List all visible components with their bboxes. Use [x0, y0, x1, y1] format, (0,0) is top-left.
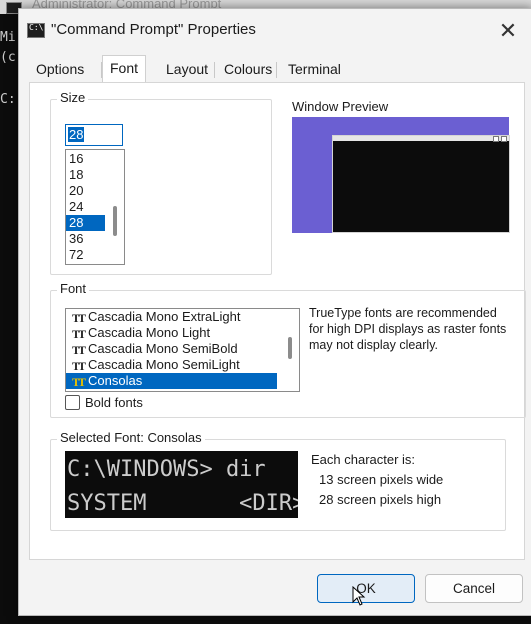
char-height-text: 28 screen pixels high: [319, 492, 442, 507]
window-preview-titlebar: [333, 136, 509, 141]
size-list-item[interactable]: 72: [66, 247, 124, 263]
close-button[interactable]: ✕: [494, 17, 522, 45]
command-prompt-icon: C:\: [27, 23, 45, 38]
window-preview-button: [501, 136, 507, 142]
tab-layout[interactable]: Layout: [159, 58, 215, 80]
tab-terminal[interactable]: Terminal: [281, 58, 348, 80]
truetype-icon: TT: [72, 359, 86, 373]
font-list-item[interactable]: TT Cascadia Mono SemiBold: [66, 341, 299, 357]
truetype-note: TrueType fonts are recommended for high …: [309, 306, 507, 352]
preview-line: SYSTEM <DIR>: [67, 491, 298, 516]
size-group-label: Size: [57, 90, 89, 105]
window-preview-button: [493, 136, 499, 142]
selected-font-group: Selected Font: Consolas C:\WINDOWS> dir …: [50, 430, 506, 531]
font-list-item[interactable]: TT Cascadia Mono ExtraLight: [66, 309, 299, 325]
background-console-line: C:: [0, 92, 16, 107]
font-tab-panel: Size 28 16 18 20 24 28 36 72 Window Prev…: [29, 82, 526, 560]
tab-options[interactable]: Options: [29, 58, 91, 80]
font-list-item-label: Consolas: [88, 373, 143, 388]
size-list-scrollbar[interactable]: [113, 206, 117, 236]
size-list-item-selected[interactable]: 28: [66, 215, 105, 231]
truetype-icon: TT: [72, 327, 86, 341]
close-icon: ✕: [498, 18, 518, 43]
font-group: Font TT Cascadia Mono ExtraLight TT Cascad…: [50, 281, 526, 418]
dialog-titlebar[interactable]: C:\ "Command Prompt" Properties ✕: [19, 9, 531, 55]
dialog-title: "Command Prompt" Properties: [51, 21, 256, 38]
char-width-text: 13 screen pixels wide: [319, 472, 444, 487]
size-input[interactable]: 28: [65, 124, 123, 146]
font-list[interactable]: TT Cascadia Mono ExtraLight TT Cascadia Mo…: [65, 308, 300, 392]
font-list-item-selected[interactable]: TT Consolas: [66, 373, 277, 389]
font-list-item-label: Cascadia Mono SemiBold: [88, 341, 238, 356]
properties-dialog: C:\ "Command Prompt" Properties ✕ Option…: [18, 8, 531, 616]
bold-fonts-checkbox[interactable]: [65, 395, 80, 410]
truetype-icon: TT: [72, 375, 86, 389]
background-console-line: (c: [0, 50, 16, 65]
char-size-heading: Each character is:: [311, 452, 416, 467]
font-list-item[interactable]: TT Cascadia Mono Light: [66, 325, 299, 341]
size-input-value: 28: [68, 127, 85, 142]
size-list-item[interactable]: 18: [66, 167, 124, 183]
tab-font[interactable]: Font: [102, 55, 147, 82]
mouse-pointer-icon: [352, 586, 366, 606]
font-list-item-label: Cascadia Mono Light: [88, 325, 211, 340]
size-list[interactable]: 16 18 20 24 28 36 72: [65, 149, 125, 265]
font-group-label: Font: [57, 281, 90, 296]
bold-fonts-label[interactable]: Bold fonts: [85, 395, 143, 410]
background-console-line: Mi: [0, 30, 16, 45]
preview-line: C:\WINDOWS> dir: [67, 457, 266, 482]
truetype-icon: TT: [72, 343, 86, 357]
font-list-scrollbar[interactable]: [288, 337, 292, 359]
selected-font-label: Selected Font: Consolas: [57, 430, 205, 445]
ok-button[interactable]: OK: [317, 574, 415, 603]
command-prompt-icon-text: C:\: [29, 23, 44, 32]
size-list-item[interactable]: 20: [66, 183, 124, 199]
window-preview-console: [332, 135, 510, 233]
window-preview: [292, 117, 510, 233]
window-preview-label: Window Preview: [292, 99, 389, 114]
size-group: Size 28 16 18 20 24 28 36 72: [50, 90, 272, 275]
tab-colours[interactable]: Colours: [217, 58, 279, 80]
truetype-icon: TT: [72, 311, 86, 325]
font-list-item-label: Cascadia Mono ExtraLight: [88, 309, 241, 324]
size-list-item[interactable]: 16: [66, 151, 124, 167]
font-list-item[interactable]: TT Cascadia Mono SemiLight: [66, 357, 299, 373]
tab-separator: [276, 62, 277, 78]
cancel-button[interactable]: Cancel: [425, 574, 523, 603]
selected-font-preview: C:\WINDOWS> dir SYSTEM <DIR>: [65, 451, 298, 518]
font-list-item-label: Cascadia Mono SemiLight: [88, 357, 240, 372]
